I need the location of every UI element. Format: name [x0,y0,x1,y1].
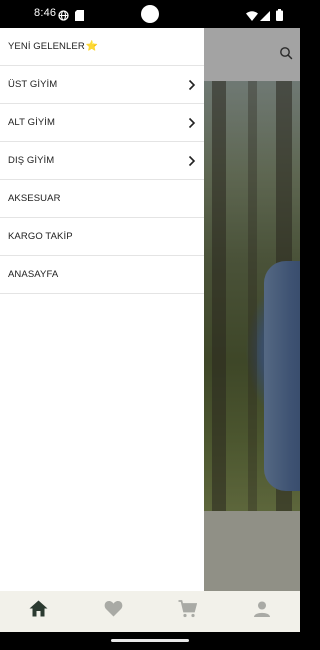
menu-item-label: ÜST GİYİM [8,79,58,90]
cell-signal-icon [260,8,270,26]
nav-home-button[interactable] [27,600,49,622]
battery-icon [276,8,283,26]
wifi-icon [246,8,258,26]
menu-item-ust-giyim[interactable]: ÜST GİYİM [0,66,204,104]
menu-item-label: KARGO TAKİP [8,231,73,242]
cart-icon [178,599,197,623]
navigation-drawer: YENİ GELENLER ⭐ ÜST GİYİM ALT GİYİM DIŞ G… [0,28,204,591]
sd-card-icon [75,8,84,26]
chevron-right-icon [188,155,196,167]
chevron-right-icon [188,79,196,91]
front-camera [141,5,159,23]
menu-item-label: DIŞ GİYİM [8,155,55,166]
menu-item-label: ALT GİYİM [8,117,56,128]
menu-item-kargo-takip[interactable]: KARGO TAKİP [0,218,204,256]
nav-cart-button[interactable] [176,599,198,623]
status-time: 8:46 [34,7,57,19]
menu-item-alt-giyim[interactable]: ALT GİYİM [0,104,204,142]
nav-account-button[interactable] [251,600,273,622]
gesture-navigation-area [0,632,300,650]
menu-item-label: AKSESUAR [8,193,61,204]
bottom-navigation-bar [0,591,300,632]
home-icon [29,600,48,622]
menu-item-dis-giyim[interactable]: DIŞ GİYİM [0,142,204,180]
menu-item-label: ANASAYFA [8,269,59,280]
menu-item-label: YENİ GELENLER [8,41,85,52]
nav-favorites-button[interactable] [102,600,124,622]
menu-item-yeni-gelenler[interactable]: YENİ GELENLER ⭐ [0,28,204,66]
chevron-right-icon [188,117,196,129]
search-icon[interactable] [279,46,293,60]
status-bar: 8:46 [0,0,300,28]
vpn-globe-icon [58,8,69,26]
menu-item-anasayfa[interactable]: ANASAYFA [0,256,204,294]
star-badge: ⭐ [85,41,99,52]
home-gesture-handle[interactable] [111,639,189,642]
menu-item-aksesuar[interactable]: AKSESUAR [0,180,204,218]
account-icon [254,601,270,622]
heart-icon [104,600,123,622]
